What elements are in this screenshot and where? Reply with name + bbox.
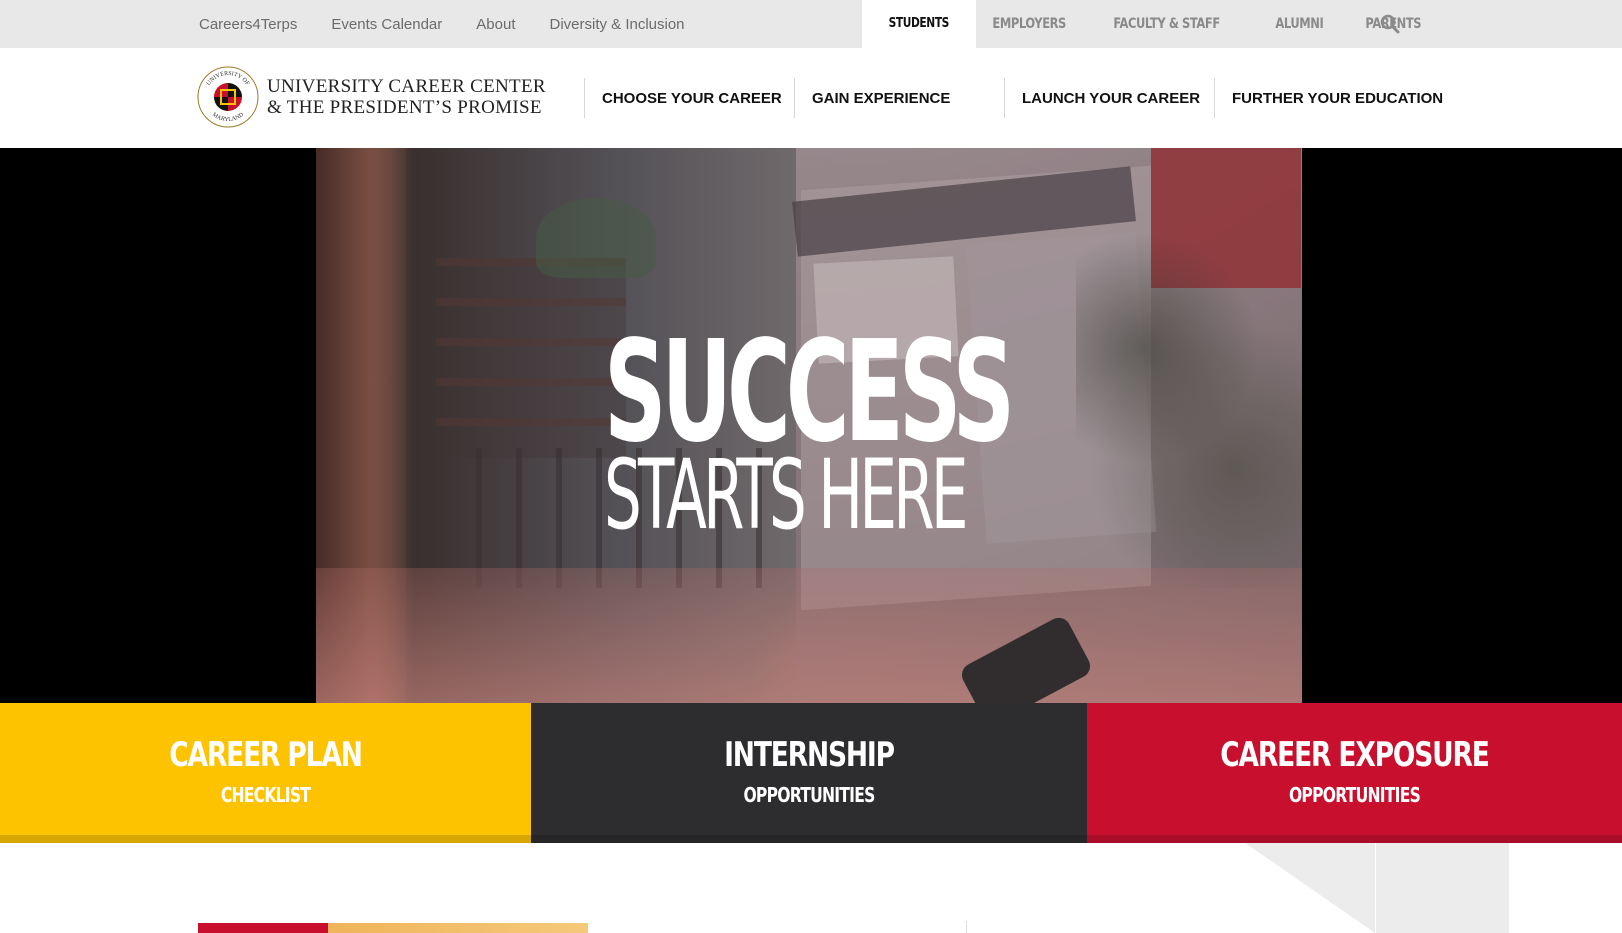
cta-subtitle: OPPORTUNITIES — [1288, 783, 1421, 807]
tab-students[interactable]: STUDENTS — [862, 0, 976, 48]
university-seal-icon: UNIVERSITY OF MARYLAND — [197, 66, 259, 128]
content-section — [0, 843, 1622, 933]
search-button[interactable] — [1380, 14, 1400, 34]
site-logo[interactable]: UNIVERSITY OF MARYLAND UNIVERSITY CAREER… — [197, 66, 546, 128]
cta-title: INTERNSHIP — [724, 735, 895, 775]
cta-subtitle: CHECKLIST — [220, 783, 311, 807]
decorative-triangle — [1245, 843, 1375, 933]
tab-employers[interactable]: EMPLOYERS — [976, 0, 1082, 48]
column-divider — [966, 921, 967, 933]
tab-alumni[interactable]: ALUMNI — [1259, 0, 1340, 48]
main-nav: CHOOSE YOUR CAREER GAIN EXPERIENCE LAUNC… — [584, 78, 1444, 118]
cta-title: CAREER EXPOSURE — [1220, 735, 1490, 775]
hero-title: SUCCESS STARTS HERE — [604, 323, 1024, 551]
careers4terps-link[interactable]: Careers4Terps — [199, 16, 297, 33]
feature-teaser-image[interactable] — [198, 923, 588, 933]
internship-opportunities-button[interactable]: INTERNSHIP OPPORTUNITIES — [531, 703, 1087, 843]
hero-subheadline: STARTS HERE — [604, 439, 968, 551]
nav-choose-your-career[interactable]: CHOOSE YOUR CAREER — [584, 78, 794, 118]
career-plan-checklist-button[interactable]: CAREER PLAN CHECKLIST — [0, 703, 531, 843]
audience-tabs: STUDENTS EMPLOYERS FACULTY & STAFF ALUMN… — [862, 0, 1449, 48]
utility-bar: Careers4Terps Events Calendar About Dive… — [0, 0, 1622, 48]
events-calendar-link[interactable]: Events Calendar — [331, 16, 442, 33]
tab-faculty-staff[interactable]: FACULTY & STAFF — [1097, 0, 1236, 48]
diversity-inclusion-link[interactable]: Diversity & Inclusion — [549, 16, 684, 33]
about-link[interactable]: About — [476, 16, 515, 33]
hero-banner: SUCCESS STARTS HERE — [0, 148, 1622, 703]
logo-line-1: UNIVERSITY CAREER CENTER — [267, 76, 546, 97]
decorative-block — [1376, 843, 1509, 933]
cta-row: CAREER PLAN CHECKLIST INTERNSHIP OPPORTU… — [0, 703, 1622, 843]
utility-links: Careers4Terps Events Calendar About Dive… — [199, 0, 719, 48]
career-exposure-opportunities-button[interactable]: CAREER EXPOSURE OPPORTUNITIES — [1087, 703, 1622, 843]
nav-further-your-education[interactable]: FURTHER YOUR EDUCATION — [1214, 78, 1444, 118]
site-header: UNIVERSITY OF MARYLAND UNIVERSITY CAREER… — [0, 48, 1622, 148]
logo-text: UNIVERSITY CAREER CENTER & THE PRESIDENT… — [267, 76, 546, 118]
logo-line-2: & THE PRESIDENT’S PROMISE — [267, 97, 542, 118]
nav-gain-experience[interactable]: GAIN EXPERIENCE — [794, 78, 1004, 118]
cta-title: CAREER PLAN — [169, 735, 363, 775]
search-icon — [1380, 14, 1400, 34]
nav-launch-your-career[interactable]: LAUNCH YOUR CAREER — [1004, 78, 1214, 118]
cta-subtitle: OPPORTUNITIES — [743, 783, 875, 807]
tab-students-label: STUDENTS — [888, 16, 950, 31]
